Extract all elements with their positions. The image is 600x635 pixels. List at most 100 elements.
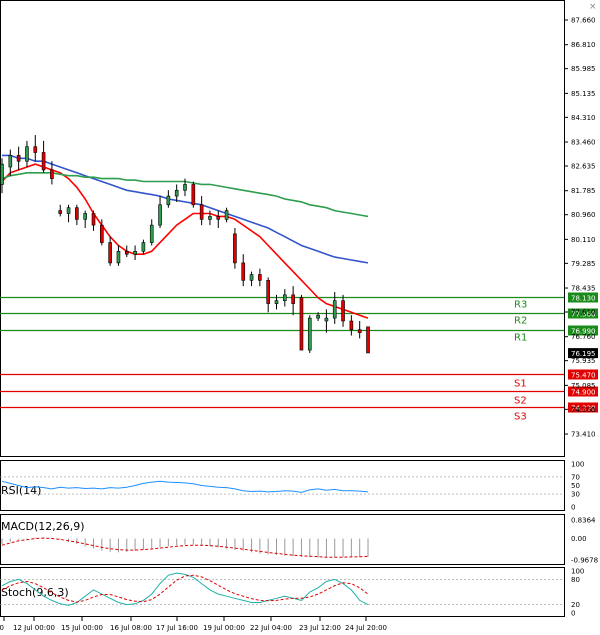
time-axis-label: 19 Jul 00:00 bbox=[203, 624, 245, 632]
price-axis-label: 76.760 bbox=[571, 333, 596, 341]
stoch-panel: Stoch(9,6,3) 10080 200 bbox=[0, 567, 584, 618]
rsi-axis-label: 70 bbox=[571, 473, 580, 481]
price-axis-label: 87.660 bbox=[571, 17, 596, 25]
macd-axis-label: -0.9678 bbox=[571, 557, 598, 565]
level-name-s1: S1 bbox=[514, 379, 527, 390]
time-axis-label: 00 bbox=[0, 624, 4, 632]
level-name-r2: R2 bbox=[514, 316, 527, 327]
main-price-panel: 78.130R377.560R276.990R175.470S174.900S2… bbox=[0, 0, 598, 457]
close-icon[interactable]: × bbox=[589, 2, 597, 12]
candle-up bbox=[25, 146, 29, 162]
candle-up bbox=[307, 317, 312, 351]
time-axis-label: 23 Jul 12:00 bbox=[299, 624, 341, 632]
candle-down bbox=[58, 210, 63, 214]
candle-up bbox=[141, 242, 146, 252]
time-axis-label: 16 Jul 08:00 bbox=[110, 624, 152, 632]
candle-down bbox=[50, 169, 54, 179]
candle-down bbox=[191, 184, 196, 206]
time-axis: 00 12 Jul 00:00 15 Jul 00:00 16 Jul 08:00 17… bbox=[0, 617, 387, 632]
candle-up bbox=[332, 300, 337, 319]
level-name-r1: R1 bbox=[514, 333, 527, 344]
candle-up bbox=[249, 274, 254, 281]
candle-up bbox=[224, 210, 229, 220]
candle-up bbox=[274, 300, 279, 304]
candle-down bbox=[108, 242, 112, 264]
rsi-axis-label: 50 bbox=[571, 482, 580, 490]
price-axis-label: 78.435 bbox=[571, 285, 596, 293]
candle-down bbox=[124, 250, 129, 255]
stoch-axis-label: 0 bbox=[571, 610, 575, 618]
candle-down bbox=[41, 152, 46, 171]
candle-down bbox=[291, 294, 295, 304]
candle-up bbox=[183, 184, 187, 191]
candle-up bbox=[133, 250, 137, 255]
rsi-axis-label: 100 bbox=[571, 461, 584, 469]
candle-down bbox=[75, 207, 79, 220]
rsi-panel-frame bbox=[0, 460, 565, 511]
level-name-s3: S3 bbox=[514, 412, 527, 423]
candle-up bbox=[324, 317, 329, 322]
candle-down bbox=[299, 297, 304, 351]
stoch-axis-label: 20 bbox=[571, 601, 580, 609]
candle-down bbox=[233, 233, 237, 264]
price-axis-label: 75.085 bbox=[571, 382, 596, 390]
candle-up bbox=[83, 213, 87, 220]
macd-axis-label: 0.00 bbox=[571, 535, 587, 543]
price-axis-label: 80.110 bbox=[571, 236, 596, 244]
candle-up bbox=[208, 216, 212, 220]
price-axis-label: 81.785 bbox=[571, 187, 596, 195]
stoch-axis-label: 100 bbox=[571, 568, 584, 576]
stoch-label: Stoch(9,6,3) bbox=[1, 586, 69, 599]
candle-up bbox=[116, 250, 121, 264]
candle-down bbox=[357, 329, 362, 333]
candle-up bbox=[8, 155, 13, 168]
macd-label: MACD(12,26,9) bbox=[1, 520, 85, 533]
stoch-axis-label: 80 bbox=[571, 576, 580, 584]
candle-down bbox=[216, 216, 221, 220]
candle-up bbox=[174, 189, 179, 197]
candle-up bbox=[149, 224, 154, 243]
current-price-label: 76.195 bbox=[571, 350, 596, 358]
price-axis-label: 80.960 bbox=[571, 211, 596, 219]
price-axis-label: 85.985 bbox=[571, 65, 596, 73]
price-axis-label: 77.610 bbox=[571, 309, 596, 317]
price-axis-label: 85.135 bbox=[571, 90, 596, 98]
candle-down bbox=[258, 274, 262, 281]
macd-axis-label: 0.8364 bbox=[571, 517, 596, 525]
trading-chart[interactable]: 78.130R377.560R276.990R175.470S174.900S2… bbox=[0, 0, 600, 635]
time-axis-label: 17 Jul 16:00 bbox=[156, 624, 198, 632]
level-price-label: 78.130 bbox=[571, 295, 596, 303]
candle-up bbox=[316, 314, 320, 319]
candle-down bbox=[100, 224, 104, 243]
rsi-panel: RSI(14) 1007050300 bbox=[0, 460, 584, 512]
price-axis-label: 79.285 bbox=[571, 260, 596, 268]
candle-down bbox=[33, 146, 38, 153]
time-axis-label: 12 Jul 00:00 bbox=[13, 624, 55, 632]
rsi-axis-label: 0 bbox=[571, 504, 575, 512]
price-axis-label: 84.310 bbox=[571, 114, 596, 122]
price-axis-label: 73.410 bbox=[571, 431, 596, 439]
candle-up bbox=[166, 195, 171, 206]
price-axis-label: 86.810 bbox=[571, 41, 596, 49]
rsi-axis-label: 30 bbox=[571, 491, 580, 499]
price-axis-label: 74.260 bbox=[571, 406, 596, 414]
candle-down bbox=[241, 262, 246, 281]
candle-down bbox=[366, 326, 370, 354]
candle-up bbox=[66, 207, 71, 214]
candle-up bbox=[0, 163, 4, 185]
price-axis-label: 82.635 bbox=[571, 163, 596, 171]
candle-down bbox=[349, 320, 354, 331]
current-price-tag: 76.195 bbox=[568, 348, 598, 359]
candle-down bbox=[16, 155, 21, 162]
level-name-s2: S2 bbox=[514, 396, 527, 407]
candle-down bbox=[91, 213, 96, 226]
candle-up bbox=[158, 204, 162, 226]
time-axis-label: 15 Jul 00:00 bbox=[61, 624, 103, 632]
candle-down bbox=[266, 280, 270, 304]
candle-up bbox=[283, 294, 287, 301]
price-axis-label: 75.935 bbox=[571, 357, 596, 365]
level-name-r3: R3 bbox=[514, 300, 527, 311]
candle-down bbox=[341, 300, 345, 322]
level-price-label: 75.470 bbox=[571, 372, 596, 380]
price-axis-label: 83.460 bbox=[571, 139, 596, 147]
